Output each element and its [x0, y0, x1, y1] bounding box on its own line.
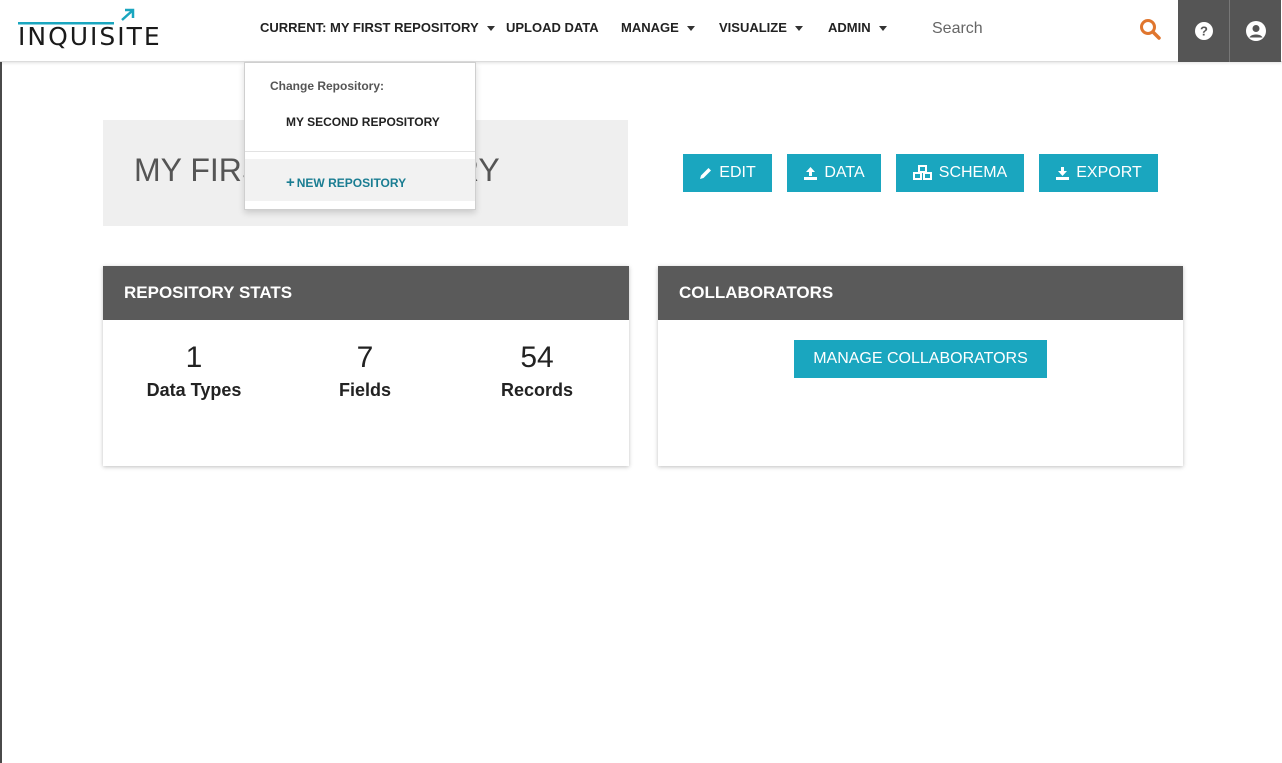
edit-button[interactable]: EDIT [683, 154, 772, 192]
nav-admin-label: ADMIN [828, 20, 871, 35]
window-edge [0, 0, 2, 763]
top-nav-bar: INQUISITE CURRENT: MY FIRST REPOSITORY U… [0, 0, 1282, 62]
repository-stats-panel: REPOSITORY STATS 1 Data Types 7 Fields 5… [103, 266, 629, 466]
download-icon [1056, 166, 1070, 180]
dropdown-item-repository[interactable]: MY SECOND REPOSITORY [286, 115, 440, 129]
search-input[interactable] [920, 12, 1130, 46]
stat-label: Data Types [146, 380, 242, 400]
new-repository-text: NEW REPOSITORY [296, 176, 407, 190]
stat-value: 1 [185, 341, 203, 374]
nav-visualize-label: VISUALIZE [719, 20, 787, 35]
stat-label: Records [500, 380, 574, 400]
schema-button[interactable]: SCHEMA [896, 154, 1024, 192]
data-label: DATA [824, 164, 865, 181]
data-button[interactable]: DATA [787, 154, 881, 192]
stat-fields: 7 Fields [285, 340, 445, 401]
caret-down-icon [794, 26, 803, 32]
nav-manage[interactable]: MANAGE [621, 20, 695, 40]
nav-upload-data-label: UPLOAD DATA [506, 20, 599, 35]
repository-stats-heading: REPOSITORY STATS [103, 266, 629, 320]
dropdown-header: Change Repository: [270, 79, 385, 93]
svg-text:?: ? [1200, 24, 1208, 39]
nav-current-repository-label: CURRENT: MY FIRST REPOSITORY [260, 20, 479, 35]
pencil-icon [700, 168, 712, 179]
upload-icon [804, 166, 818, 180]
help-icon: ? [1194, 22, 1213, 40]
stat-records: 54 Records [457, 340, 617, 401]
plus-icon: + [286, 174, 295, 191]
nav-admin[interactable]: ADMIN [828, 20, 887, 40]
caret-down-icon [486, 26, 495, 32]
schema-label: SCHEMA [938, 164, 1008, 181]
help-button[interactable]: ? [1178, 0, 1229, 62]
search-icon[interactable] [1138, 17, 1162, 41]
user-icon [1245, 21, 1266, 41]
caret-down-icon [686, 26, 695, 32]
edit-label: EDIT [719, 164, 756, 181]
dropdown-divider [245, 151, 475, 152]
collaborators-heading: COLLABORATORS [658, 266, 1183, 320]
nav-upload-data[interactable]: UPLOAD DATA [506, 20, 599, 40]
stat-data-types: 1 Data Types [114, 340, 274, 401]
export-button[interactable]: EXPORT [1039, 154, 1158, 192]
new-repository-label: + NEW REPOSITORY [286, 174, 406, 191]
manage-collaborators-button[interactable]: MANAGE COLLABORATORS [794, 340, 1047, 378]
stat-value: 54 [520, 341, 554, 374]
brand-name: INQUISITE [18, 22, 162, 51]
nav-manage-label: MANAGE [621, 20, 679, 35]
caret-down-icon [878, 26, 887, 32]
new-repository-item[interactable]: + NEW REPOSITORY [245, 159, 475, 201]
stat-value: 7 [356, 341, 374, 374]
repository-dropdown-menu: Change Repository: MY SECOND REPOSITORY … [244, 62, 476, 210]
stat-label: Fields [338, 380, 391, 400]
export-label: EXPORT [1076, 164, 1142, 181]
user-menu-button[interactable] [1230, 0, 1281, 62]
nav-current-repository[interactable]: CURRENT: MY FIRST REPOSITORY [260, 20, 495, 40]
inquisite-logo[interactable]: INQUISITE [18, 8, 160, 52]
collaborators-panel: COLLABORATORS MANAGE COLLABORATORS [658, 266, 1183, 466]
nav-visualize[interactable]: VISUALIZE [719, 20, 803, 40]
cubes-icon [912, 165, 932, 180]
